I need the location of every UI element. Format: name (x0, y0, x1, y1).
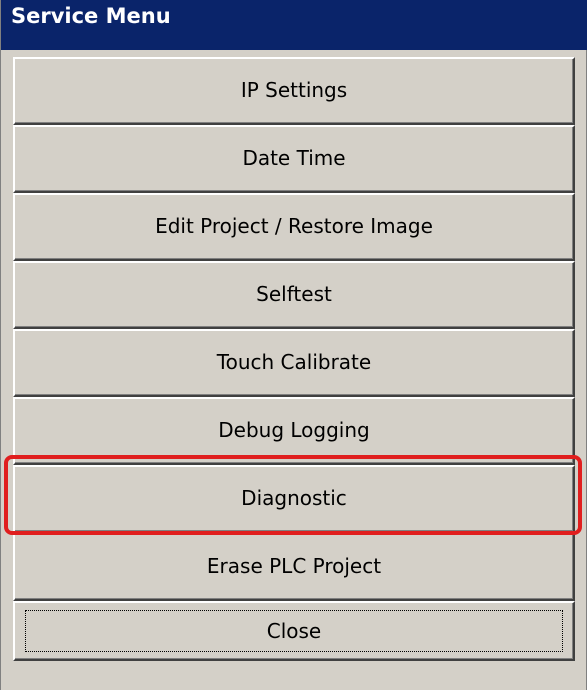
erase-plc-project-button[interactable]: Erase PLC Project (13, 533, 575, 601)
selftest-label: Selftest (256, 282, 332, 306)
diagnostic-label: Diagnostic (241, 486, 347, 510)
edit-project-restore-image-button[interactable]: Edit Project / Restore Image (13, 193, 575, 261)
close-button[interactable]: Close (13, 601, 575, 661)
edit-project-restore-image-label: Edit Project / Restore Image (155, 214, 433, 238)
close-label: Close (266, 619, 322, 643)
title-bar: Service Menu (1, 0, 587, 50)
debug-logging-label: Debug Logging (218, 418, 370, 442)
diagnostic-button[interactable]: Diagnostic (13, 465, 575, 533)
window-title: Service Menu (11, 4, 171, 28)
touch-calibrate-label: Touch Calibrate (216, 350, 372, 374)
ip-settings-label: IP Settings (240, 78, 348, 102)
erase-plc-project-label: Erase PLC Project (206, 554, 382, 578)
selftest-button[interactable]: Selftest (13, 261, 575, 329)
date-time-button[interactable]: Date Time (13, 125, 575, 193)
debug-logging-button[interactable]: Debug Logging (13, 397, 575, 465)
touch-calibrate-button[interactable]: Touch Calibrate (13, 329, 575, 397)
service-menu-window: Service Menu IP Settings Date Time Edit … (0, 0, 587, 690)
ip-settings-button[interactable]: IP Settings (13, 57, 575, 125)
menu-button-list: IP Settings Date Time Edit Project / Res… (13, 57, 575, 661)
date-time-label: Date Time (242, 146, 346, 170)
